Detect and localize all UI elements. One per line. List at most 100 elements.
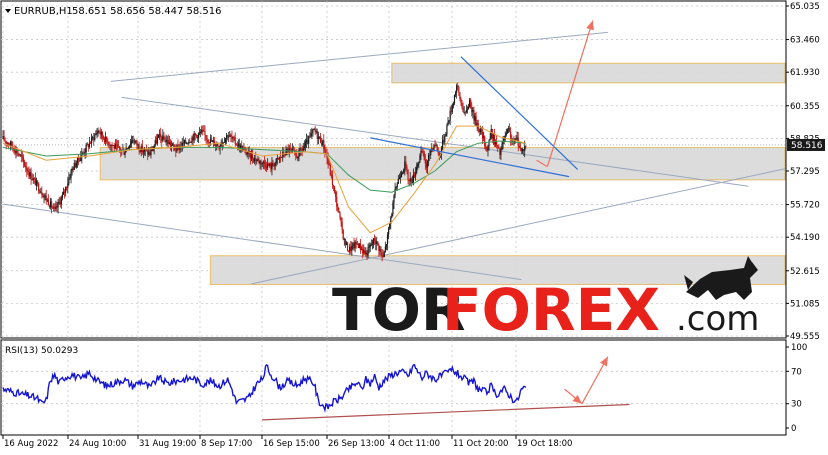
candle-body bbox=[69, 177, 71, 179]
candle-body bbox=[112, 145, 114, 147]
candle-body bbox=[322, 140, 324, 146]
candle-body bbox=[47, 199, 49, 206]
candle-body bbox=[348, 250, 350, 252]
candle-body bbox=[499, 148, 501, 155]
candle-body bbox=[276, 158, 278, 159]
candle-body bbox=[405, 161, 407, 168]
candle-body bbox=[252, 159, 255, 162]
candle-body bbox=[41, 192, 43, 196]
candle-body bbox=[417, 163, 419, 167]
candle-body bbox=[487, 145, 489, 151]
candle-body bbox=[163, 135, 165, 140]
candle-body bbox=[216, 144, 218, 146]
candle-body bbox=[237, 143, 240, 147]
candle-body bbox=[324, 149, 326, 153]
candle-body bbox=[366, 252, 368, 256]
candle-body bbox=[137, 144, 139, 146]
candle-body bbox=[26, 167, 28, 171]
candle-body bbox=[203, 131, 205, 132]
candle-body bbox=[92, 137, 94, 139]
candle-body bbox=[505, 133, 507, 136]
candle-body bbox=[196, 135, 199, 139]
candle-body bbox=[420, 150, 422, 156]
candle-body bbox=[498, 146, 500, 149]
candle-body bbox=[128, 145, 130, 149]
candle-body bbox=[25, 166, 27, 168]
candle-body bbox=[232, 137, 234, 139]
candle-body bbox=[183, 139, 186, 144]
candle-body bbox=[206, 138, 208, 140]
candle-body bbox=[478, 128, 480, 133]
candle-body bbox=[208, 142, 210, 144]
candle-body bbox=[481, 132, 484, 139]
candle-body bbox=[28, 172, 30, 177]
candle-body bbox=[344, 239, 346, 245]
candle-body bbox=[335, 191, 337, 197]
candle-body bbox=[415, 172, 417, 177]
candle-body bbox=[261, 163, 263, 165]
candle-body bbox=[19, 154, 21, 156]
candle-body bbox=[387, 228, 390, 235]
candle-body bbox=[40, 192, 42, 194]
candle-body bbox=[476, 123, 478, 126]
candle-body bbox=[11, 141, 13, 146]
candle-body bbox=[429, 154, 431, 156]
symbol-header: EURRUB,H1 58.651 58.656 58.447 58.516 bbox=[5, 6, 222, 17]
candle-body bbox=[286, 149, 288, 150]
candle-body bbox=[456, 85, 458, 93]
candle-body bbox=[236, 145, 238, 147]
candle-body bbox=[14, 151, 16, 153]
candle-body bbox=[464, 112, 466, 113]
candle-body bbox=[113, 145, 115, 149]
candle-body bbox=[184, 139, 187, 144]
candle-body bbox=[68, 178, 70, 184]
candle-body bbox=[96, 133, 98, 134]
candle-body bbox=[107, 141, 109, 145]
candle-body bbox=[98, 130, 100, 133]
candle-body bbox=[103, 138, 106, 143]
candle-body bbox=[407, 169, 409, 180]
candle-body bbox=[97, 130, 99, 134]
candle-body bbox=[46, 199, 48, 201]
candle-body bbox=[94, 134, 96, 140]
candle-body bbox=[406, 167, 408, 170]
candle-body bbox=[83, 152, 85, 154]
candle-body bbox=[35, 180, 38, 186]
candle-body bbox=[234, 137, 236, 144]
candle-body bbox=[260, 160, 262, 165]
candle-body bbox=[151, 149, 153, 152]
candle-body bbox=[310, 133, 312, 137]
candle-body bbox=[306, 139, 309, 144]
candle-body bbox=[418, 161, 420, 164]
candle-body bbox=[500, 149, 502, 155]
price-tick-label: 55.720 bbox=[790, 201, 820, 211]
candle-body bbox=[222, 142, 224, 144]
candle-body bbox=[79, 159, 81, 161]
candle-body bbox=[4, 140, 6, 142]
candle-body bbox=[119, 146, 121, 150]
candle-body bbox=[45, 195, 47, 201]
candle-body bbox=[129, 143, 132, 146]
candle-body bbox=[204, 131, 206, 136]
candle-body bbox=[345, 242, 348, 245]
candle-body bbox=[250, 154, 253, 159]
candle-body bbox=[342, 230, 344, 240]
candle-body bbox=[308, 136, 310, 144]
candle-body bbox=[399, 176, 402, 178]
candle-body bbox=[430, 150, 432, 156]
candle-body bbox=[382, 255, 384, 257]
candle-body bbox=[187, 142, 189, 144]
candle-body bbox=[337, 206, 339, 211]
candle-body bbox=[257, 159, 259, 161]
candle-body bbox=[392, 202, 394, 215]
candle-body bbox=[66, 187, 68, 188]
candle-body bbox=[356, 243, 358, 245]
candle-body bbox=[523, 149, 525, 151]
candle-body bbox=[497, 145, 499, 147]
candle-body bbox=[346, 242, 349, 251]
candle-body bbox=[49, 201, 52, 207]
candle-body bbox=[302, 148, 304, 151]
candle-body bbox=[349, 246, 351, 252]
candle-body bbox=[318, 136, 321, 138]
candle-body bbox=[448, 120, 450, 122]
